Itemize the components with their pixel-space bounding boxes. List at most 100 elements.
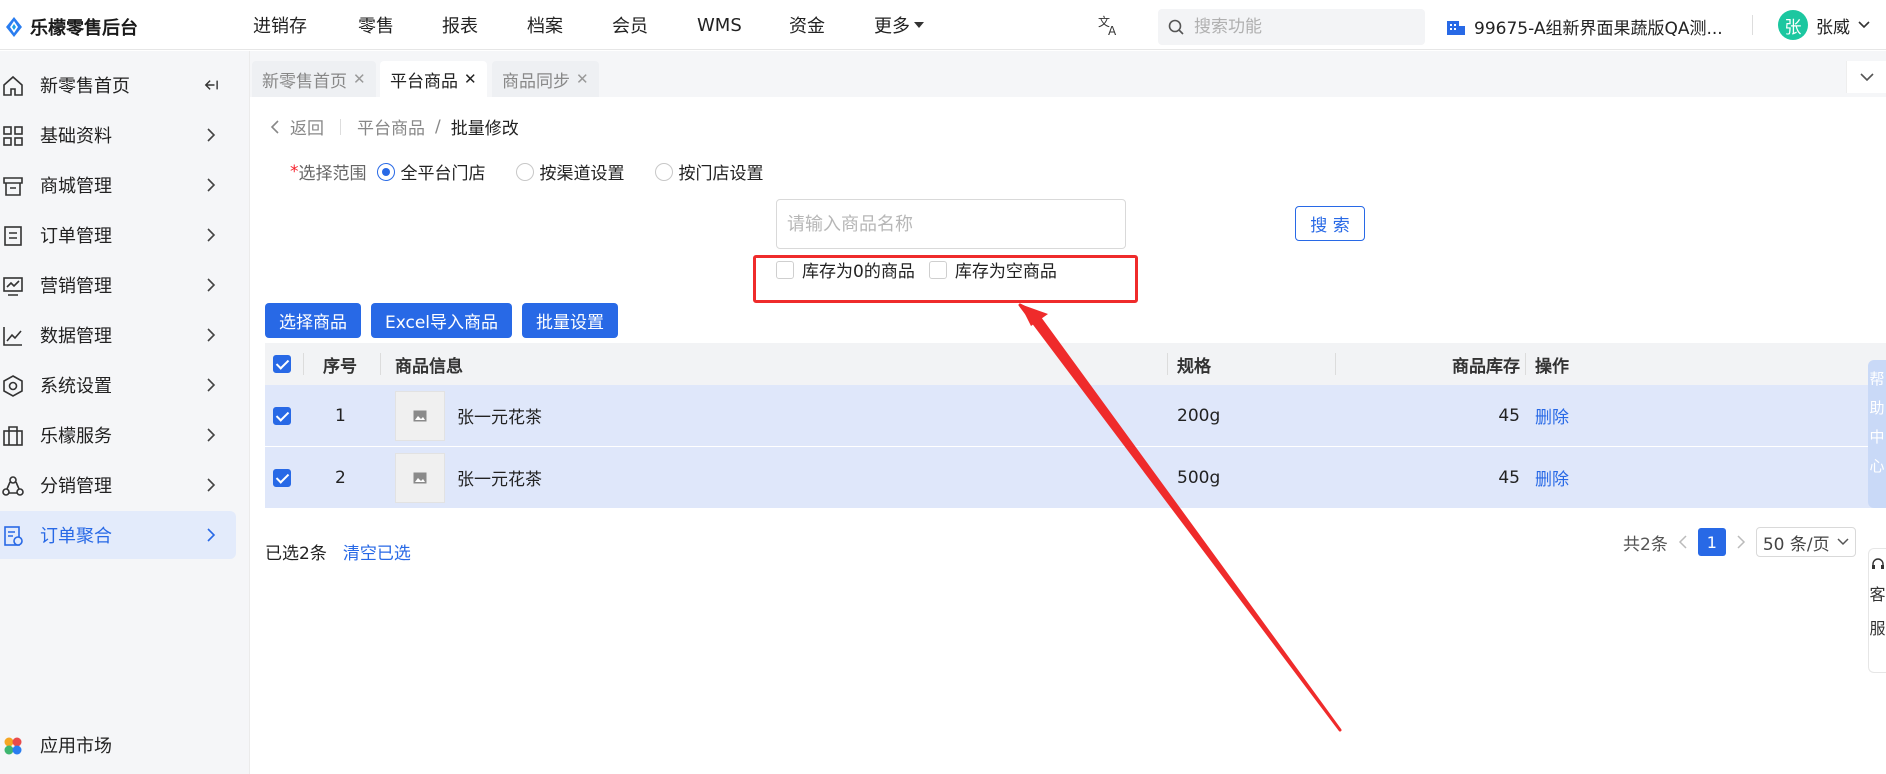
- clear-selection-link[interactable]: 清空已选: [343, 539, 411, 564]
- excel-import-button[interactable]: Excel导入商品: [371, 303, 513, 338]
- app-logo[interactable]: 乐檬零售后台: [4, 14, 138, 40]
- sidebar-item-mall[interactable]: 商城管理: [0, 161, 236, 209]
- nav-item-inventory[interactable]: 进销存: [253, 0, 307, 50]
- product-thumbnail: [395, 390, 445, 441]
- select-products-button[interactable]: 选择商品: [265, 303, 361, 338]
- select-all-checkbox[interactable]: [273, 355, 291, 373]
- radio-by-channel[interactable]: 按渠道设置: [515, 159, 625, 184]
- tab-new-retail-home[interactable]: 新零售首页 ✕: [252, 61, 376, 97]
- chevron-down-icon: [1859, 73, 1874, 81]
- total-count: 共2条: [1623, 534, 1668, 555]
- sidebar-item-label: 订单聚合: [40, 526, 112, 547]
- nav-item-funds[interactable]: 资金: [789, 0, 825, 50]
- service-char: 客: [1869, 585, 1886, 604]
- chart-line-icon: [3, 327, 22, 346]
- batch-settings-button[interactable]: 批量设置: [522, 303, 619, 338]
- radio-by-store[interactable]: 按门店设置: [654, 159, 764, 184]
- nav-label[interactable]: 进销存: [253, 12, 307, 38]
- search-button[interactable]: 搜 索: [1295, 206, 1365, 241]
- radio-label: 按渠道设置: [539, 164, 625, 184]
- nav-item-members[interactable]: 会员: [612, 0, 648, 50]
- tab-product-sync[interactable]: 商品同步 ✕: [492, 61, 599, 97]
- pagination: 共2条 1 50 条/页: [1623, 527, 1856, 557]
- page-number-current[interactable]: 1: [1697, 528, 1726, 556]
- tab-label: 平台商品: [390, 71, 458, 92]
- page-size-select[interactable]: 50 条/页: [1755, 527, 1856, 557]
- radio-button-checked[interactable]: [376, 162, 395, 181]
- user-menu[interactable]: 张 张威: [1778, 10, 1870, 40]
- close-icon[interactable]: ✕: [353, 70, 366, 88]
- sidebar-item-label: 应用市场: [40, 736, 112, 757]
- order-icon: [4, 226, 22, 246]
- nav-label[interactable]: 档案: [527, 12, 563, 38]
- collapse-sidebar-icon[interactable]: [204, 77, 218, 93]
- sidebar-item-marketing[interactable]: 营销管理: [0, 261, 236, 309]
- nav-label[interactable]: 资金: [789, 12, 825, 38]
- range-selector: * 选择范围 全平台门店 按渠道设置 按门店设置: [290, 159, 794, 185]
- sidebar-item-label: 新零售首页: [40, 76, 130, 97]
- tabs-dropdown[interactable]: [1846, 61, 1886, 93]
- store-selector[interactable]: 99675-A组新界面果蔬版QA测...: [1446, 14, 1723, 39]
- global-search[interactable]: [1158, 9, 1425, 45]
- app-name: 乐檬零售后台: [30, 18, 138, 39]
- nav-item-retail[interactable]: 零售: [358, 0, 394, 50]
- breadcrumb-parent[interactable]: 平台商品: [357, 114, 425, 139]
- radio-all-stores[interactable]: 全平台门店: [376, 159, 486, 184]
- breadcrumb-separator: /: [435, 116, 441, 137]
- nav-label[interactable]: 零售: [358, 12, 394, 38]
- sidebar-item-distribution[interactable]: 分销管理: [0, 461, 236, 509]
- delete-link[interactable]: 删除: [1535, 385, 1569, 446]
- close-icon[interactable]: ✕: [464, 70, 477, 88]
- close-icon[interactable]: ✕: [576, 70, 589, 88]
- nav-item-archives[interactable]: 档案: [527, 0, 563, 50]
- header-stock: 商品库存: [1452, 356, 1520, 377]
- next-page-icon[interactable]: [1736, 535, 1746, 549]
- product-thumbnail: [395, 452, 445, 503]
- nav-item-reports[interactable]: 报表: [442, 0, 478, 50]
- brand-logo-icon: [6, 17, 22, 37]
- nav-label[interactable]: 更多: [874, 12, 910, 38]
- sidebar-item-data[interactable]: 数据管理: [0, 311, 236, 359]
- table-row[interactable]: 2 张一元花茶 500g 45 删除: [265, 447, 1886, 509]
- radio-button[interactable]: [654, 162, 673, 181]
- tab-platform-products[interactable]: 平台商品 ✕: [380, 61, 487, 97]
- sidebar-item-order-aggregate[interactable]: 订单聚合: [0, 511, 236, 559]
- distribution-icon: [2, 476, 24, 496]
- nav-item-wms[interactable]: WMS: [697, 0, 742, 50]
- store-building-icon: [1447, 20, 1465, 35]
- customer-service-tab[interactable]: 客 服: [1868, 548, 1886, 673]
- sidebar-item-label: 系统设置: [40, 376, 112, 397]
- sidebar-item-basic-data[interactable]: 基础资料: [0, 111, 236, 159]
- page-size-value: 50 条/页: [1762, 534, 1830, 555]
- product-name: 张一元花茶: [457, 470, 542, 490]
- global-search-input[interactable]: [1194, 17, 1394, 37]
- nav-label[interactable]: 报表: [442, 12, 478, 38]
- row-select-cell: [273, 447, 291, 508]
- prev-page-icon[interactable]: [1678, 535, 1688, 549]
- sidebar-item-orders[interactable]: 订单管理: [0, 211, 236, 259]
- app-market-icon: [4, 737, 22, 755]
- column-divider: [1167, 353, 1168, 375]
- delete-link[interactable]: 删除: [1535, 447, 1569, 508]
- column-divider: [380, 353, 381, 375]
- user-name: 张威: [1816, 17, 1850, 38]
- radio-button[interactable]: [515, 162, 534, 181]
- translate-icon[interactable]: 文 A: [1098, 14, 1120, 36]
- chevron-left-icon[interactable]: [270, 119, 280, 134]
- sidebar-item-app-market[interactable]: 应用市场: [0, 721, 236, 769]
- sidebar-item-services[interactable]: 乐檬服务: [0, 411, 236, 459]
- back-link[interactable]: 返回: [290, 114, 324, 139]
- product-name-input[interactable]: [776, 199, 1126, 249]
- sidebar: 新零售首页 基础资料 商城管理 订单管理 营销管理 数据管理 系统设置 乐檬服务: [0, 51, 250, 774]
- help-center-tab[interactable]: 帮 助 中 心: [1868, 360, 1886, 508]
- row-checkbox[interactable]: [273, 406, 291, 425]
- nav-label[interactable]: WMS: [697, 15, 742, 36]
- sidebar-item-settings[interactable]: 系统设置: [0, 361, 236, 409]
- service-char: 服: [1869, 619, 1886, 638]
- sidebar-item-home[interactable]: 新零售首页: [0, 61, 236, 109]
- nav-item-more[interactable]: 更多: [874, 0, 924, 50]
- row-checkbox[interactable]: [273, 468, 291, 487]
- help-char: 心: [1869, 457, 1885, 475]
- nav-label[interactable]: 会员: [612, 12, 648, 38]
- table-row[interactable]: 1 张一元花茶 200g 45 删除: [265, 385, 1886, 447]
